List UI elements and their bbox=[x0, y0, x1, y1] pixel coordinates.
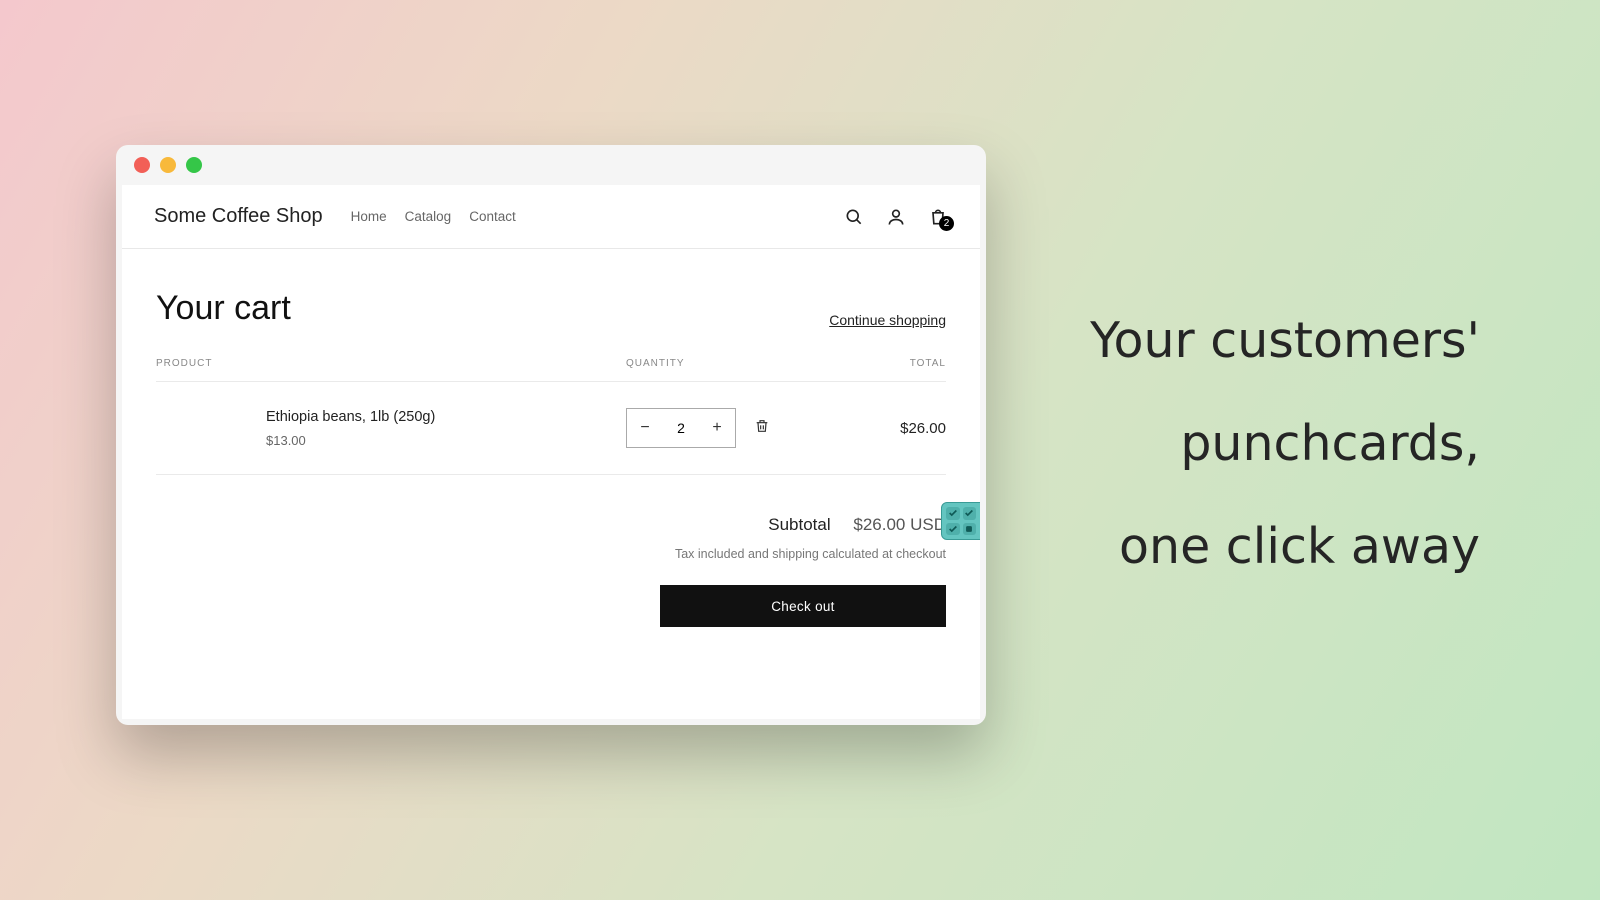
browser-window: Some Coffee Shop Home Catalog Contact 2 bbox=[116, 145, 986, 725]
marketing-tagline: Your customers' punchcards, one click aw… bbox=[1090, 290, 1480, 599]
nav-contact[interactable]: Contact bbox=[469, 209, 516, 224]
nav-home[interactable]: Home bbox=[351, 209, 387, 224]
window-close-button[interactable] bbox=[134, 157, 150, 173]
window-zoom-button[interactable] bbox=[186, 157, 202, 173]
checkout-button[interactable]: Check out bbox=[660, 585, 946, 627]
cart-icon[interactable]: 2 bbox=[928, 207, 948, 227]
brand[interactable]: Some Coffee Shop bbox=[154, 205, 323, 228]
nav-catalog[interactable]: Catalog bbox=[405, 209, 452, 224]
cart-badge: 2 bbox=[939, 216, 954, 231]
tagline-line: punchcards, bbox=[1090, 393, 1480, 496]
cart-table-header: PRODUCT QUANTITY TOTAL bbox=[156, 358, 946, 382]
qty-value[interactable]: 2 bbox=[663, 420, 699, 436]
check-icon bbox=[946, 507, 960, 520]
tax-note: Tax included and shipping calculated at … bbox=[156, 547, 946, 561]
check-icon bbox=[946, 523, 960, 536]
qty-increase-button[interactable]: + bbox=[699, 419, 735, 437]
search-icon[interactable] bbox=[844, 207, 864, 227]
col-quantity: QUANTITY bbox=[626, 358, 826, 369]
window-titlebar bbox=[116, 145, 986, 185]
page-title: Your cart bbox=[156, 289, 291, 328]
cart-line-item: Ethiopia beans, 1lb (250g) $13.00 − 2 + … bbox=[156, 382, 946, 475]
quantity-stepper: − 2 + bbox=[626, 408, 736, 448]
window-minimize-button[interactable] bbox=[160, 157, 176, 173]
punchcard-widget-button[interactable] bbox=[941, 502, 980, 540]
col-total: TOTAL bbox=[826, 358, 946, 369]
subtotal-label: Subtotal bbox=[768, 515, 830, 534]
col-product: PRODUCT bbox=[156, 358, 626, 369]
cart-body: Your cart Continue shopping PRODUCT QUAN… bbox=[122, 249, 980, 627]
qty-decrease-button[interactable]: − bbox=[627, 419, 663, 437]
product-name[interactable]: Ethiopia beans, 1lb (250g) bbox=[266, 409, 626, 425]
header-icons: 2 bbox=[844, 207, 948, 227]
empty-slot-icon bbox=[963, 523, 977, 536]
subtotal-value: $26.00 USD bbox=[853, 515, 946, 534]
site-header: Some Coffee Shop Home Catalog Contact 2 bbox=[122, 185, 980, 249]
continue-shopping-link[interactable]: Continue shopping bbox=[829, 312, 946, 328]
tagline-line: one click away bbox=[1090, 496, 1480, 599]
page: Some Coffee Shop Home Catalog Contact 2 bbox=[122, 185, 980, 719]
remove-item-button[interactable] bbox=[754, 417, 770, 440]
check-icon bbox=[963, 507, 977, 520]
line-total: $26.00 bbox=[826, 420, 946, 437]
cart-summary: Subtotal $26.00 USD Tax included and shi… bbox=[156, 475, 946, 627]
account-icon[interactable] bbox=[886, 207, 906, 227]
tagline-line: Your customers' bbox=[1090, 290, 1480, 393]
primary-nav: Home Catalog Contact bbox=[351, 209, 516, 224]
product-price: $13.00 bbox=[266, 433, 626, 448]
